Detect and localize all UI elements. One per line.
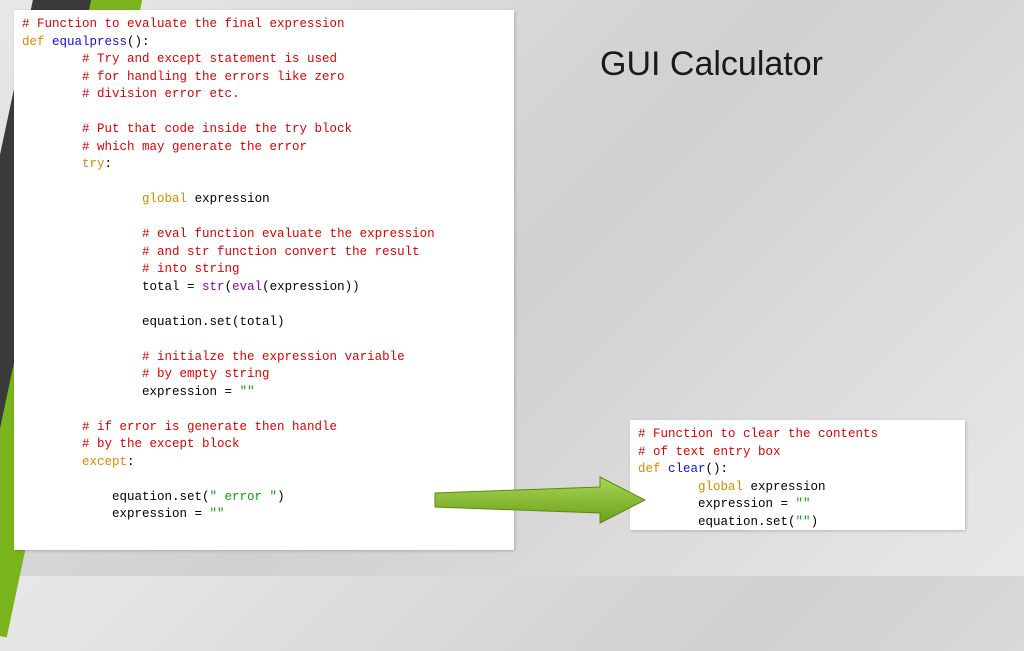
code-keyword-def: def <box>638 462 661 476</box>
code-keyword-try: try <box>82 157 105 171</box>
code-comment: # eval function evaluate the expression <box>142 227 435 241</box>
code-var: expression <box>751 480 826 494</box>
code-string: " error " <box>210 490 278 504</box>
code-stmt: (expression)) <box>262 280 360 294</box>
code-comment: # into string <box>142 262 240 276</box>
code-string: "" <box>796 497 811 511</box>
code-keyword-global: global <box>698 480 743 494</box>
code-stmt: expression = <box>142 385 240 399</box>
code-comment: # by the except block <box>82 437 240 451</box>
code-stmt: expression = <box>698 497 796 511</box>
code-comment: # by empty string <box>142 367 270 381</box>
code-var: expression <box>195 192 270 206</box>
code-comment: # Try and except statement is used <box>82 52 337 66</box>
code-keyword-except: except <box>82 455 127 469</box>
code-block-equalpress: # Function to evaluate the final express… <box>14 10 514 550</box>
code-builtin-str: str <box>202 280 225 294</box>
arrow-icon <box>430 475 650 525</box>
code-string: "" <box>210 507 225 521</box>
code-stmt: expression = <box>112 507 210 521</box>
code-builtin-eval: eval <box>232 280 262 294</box>
code-comment: # for handling the errors like zero <box>82 70 345 84</box>
code-comment: # which may generate the error <box>82 140 307 154</box>
code-stmt: total = <box>142 280 202 294</box>
code-comment: # division error etc. <box>82 87 240 101</box>
code-comment: # Function to evaluate the final express… <box>22 17 345 31</box>
code-stmt: equation.set( <box>112 490 210 504</box>
code-paren: ) <box>811 515 819 529</box>
code-comment: # and str function convert the result <box>142 245 420 259</box>
code-keyword-global: global <box>142 192 187 206</box>
code-string: "" <box>796 515 811 529</box>
code-block-clear: # Function to clear the contents # of te… <box>630 420 965 530</box>
code-comment: # of text entry box <box>638 445 781 459</box>
code-stmt: equation.set( <box>698 515 796 529</box>
code-func-name: equalpress <box>52 35 127 49</box>
code-func-name: clear <box>668 462 706 476</box>
code-stmt: equation.set(total) <box>142 315 285 329</box>
slide-title: GUI Calculator <box>600 45 823 84</box>
code-string: "" <box>240 385 255 399</box>
code-keyword-def: def <box>22 35 45 49</box>
code-comment: # initialze the expression variable <box>142 350 405 364</box>
code-comment: # if error is generate then handle <box>82 420 337 434</box>
code-comment: # Function to clear the contents <box>638 427 878 441</box>
code-comment: # Put that code inside the try block <box>82 122 352 136</box>
